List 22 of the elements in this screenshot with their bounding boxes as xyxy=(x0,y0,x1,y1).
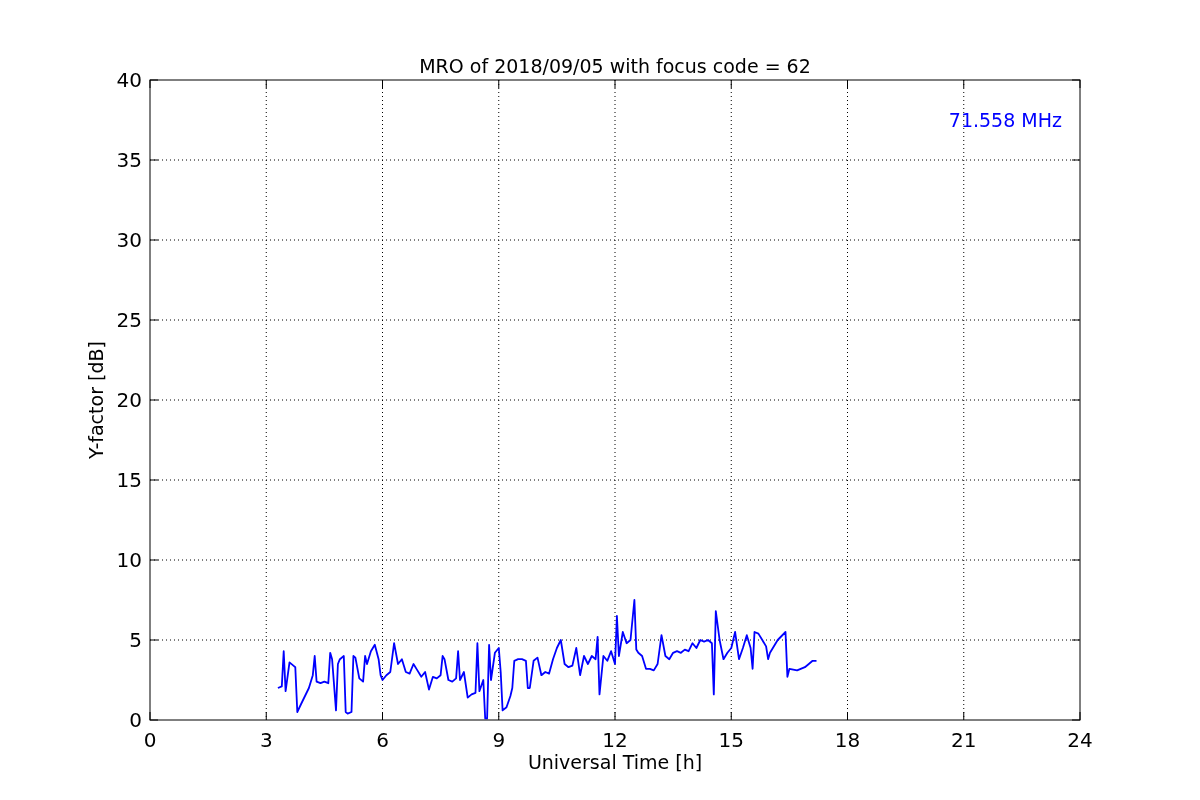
y-tick-label: 0 xyxy=(129,708,142,732)
x-tick-label: 12 xyxy=(602,728,628,752)
y-tick-label: 15 xyxy=(116,468,142,492)
y-axis-label: Y-factor [dB] xyxy=(85,341,107,459)
annotation-text: 71.558 MHz xyxy=(948,109,1062,131)
x-tick-label: 6 xyxy=(376,728,389,752)
y-tick-label: 30 xyxy=(116,228,142,252)
x-tick-label: 15 xyxy=(718,728,744,752)
x-tick-label: 9 xyxy=(492,728,506,752)
y-tick-label: 40 xyxy=(116,68,142,92)
x-tick-label: 18 xyxy=(834,728,861,752)
y-tick-label: 35 xyxy=(116,148,142,172)
y-tick-label: 5 xyxy=(129,628,142,652)
x-tick-label: 0 xyxy=(143,728,157,752)
x-tick-label: 3 xyxy=(259,728,273,752)
x-tick-label: 21 xyxy=(951,728,977,752)
x-tick-label: 24 xyxy=(1067,728,1093,752)
x-axis-label: Universal Time [h] xyxy=(527,751,703,773)
y-tick-label: 20 xyxy=(116,388,142,412)
y-tick-label: 25 xyxy=(116,308,142,332)
y-tick-label: 10 xyxy=(116,548,142,572)
chart-title: MRO of 2018/09/05 with focus code = 62 xyxy=(419,55,811,77)
